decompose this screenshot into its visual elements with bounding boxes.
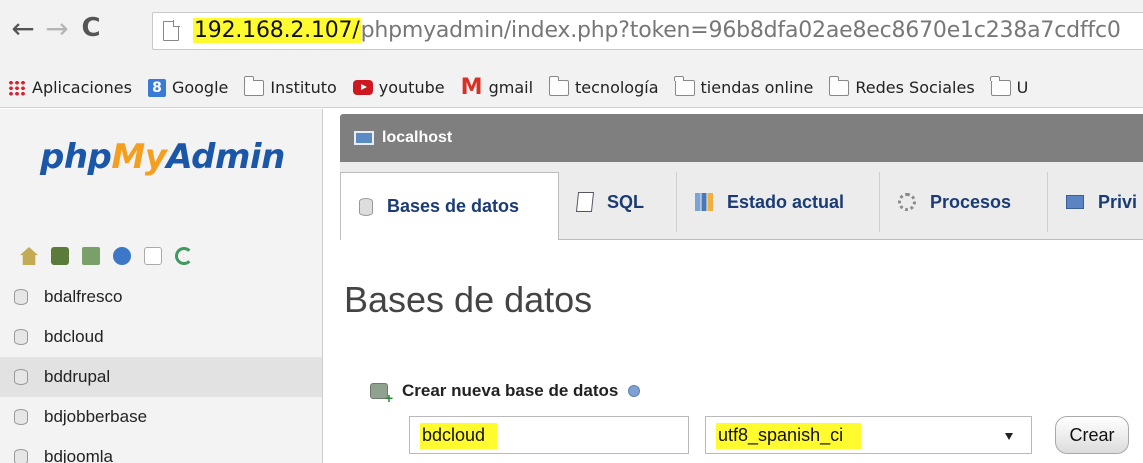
phpmyadmin-logo[interactable]: phpMyAdmin	[40, 137, 285, 177]
bookmark-label: youtube	[378, 78, 445, 97]
privileges-icon	[1066, 195, 1084, 209]
database-item[interactable]: bdcloud	[0, 317, 322, 357]
status-chart-icon	[695, 193, 713, 211]
home-icon[interactable]	[20, 247, 38, 265]
database-item[interactable]: bdjobberbase	[0, 397, 322, 437]
url-text: 192.168.2.107/phpmyadmin/index.php?token…	[193, 18, 1121, 43]
bookmark-label: U	[1016, 78, 1029, 97]
gear-icon	[898, 193, 916, 211]
bookmark-label: Aplicaciones	[32, 78, 132, 97]
browser-toolbar: ← → C 192.168.2.107/phpmyadmin/index.php…	[0, 0, 1143, 68]
logout-icon[interactable]	[51, 247, 69, 265]
bookmark-redes-sociales[interactable]: Redes Sociales	[828, 75, 975, 97]
chevron-down-icon	[1005, 433, 1013, 440]
quick-links	[20, 247, 206, 265]
bookmark-youtube[interactable]: youtube	[352, 78, 445, 97]
tab-label: Estado actual	[727, 191, 845, 212]
bookmark-label: Redes Sociales	[855, 78, 975, 97]
reload-icon[interactable]: C	[74, 8, 108, 48]
collation-value: utf8_spanish_ci	[716, 423, 862, 449]
database-icon	[14, 449, 28, 463]
tab-databases[interactable]: Bases de datos	[340, 172, 559, 240]
tab-privileges[interactable]: Privi	[1048, 172, 1143, 232]
bookmark-label: gmail	[488, 78, 534, 97]
database-name: bdjoomla	[44, 447, 113, 463]
apps-icon	[8, 79, 26, 96]
tab-status[interactable]: Estado actual	[677, 172, 880, 232]
database-item[interactable]: bdjoomla	[0, 437, 322, 463]
sidebar-divider	[322, 109, 323, 463]
database-item[interactable]: bdalfresco	[0, 277, 322, 317]
bookmark-label: Google	[171, 78, 229, 97]
tab-label: SQL	[607, 191, 645, 212]
database-icon	[14, 329, 28, 345]
gmail-icon: M	[460, 74, 483, 100]
bookmark-u[interactable]: U	[990, 75, 1029, 97]
folder-icon	[828, 75, 850, 96]
bookmark-gmail[interactable]: M gmail	[460, 74, 534, 100]
database-name: bdalfresco	[44, 287, 123, 306]
reload-navigation-icon[interactable]	[175, 247, 193, 265]
bookmark-label: Instituto	[270, 78, 337, 97]
new-database-icon	[370, 383, 393, 406]
database-name: bddrupal	[44, 367, 111, 386]
forward-arrow-icon[interactable]: →	[40, 8, 74, 48]
bookmarks-bar: Aplicaciones 8 Google Instituto youtube …	[0, 68, 1143, 108]
database-icon	[14, 369, 28, 385]
folder-icon	[990, 75, 1011, 96]
create-database-label: Crear nueva base de datos	[402, 381, 619, 400]
google-icon: 8	[147, 78, 166, 97]
database-name: bdjobberbase	[44, 407, 148, 426]
create-button[interactable]: Crear	[1055, 416, 1129, 454]
tab-sql[interactable]: SQL	[559, 172, 677, 232]
bookmark-instituto[interactable]: Instituto	[243, 75, 337, 97]
create-database-heading: Crear nueva base de datos	[370, 381, 641, 406]
top-menu-tabs: Bases de datos SQL Estado actual Proceso…	[340, 162, 1143, 240]
database-list: bdalfresco bdcloud bddrupal bdjobberbase…	[0, 277, 322, 463]
documentation-icon[interactable]	[144, 247, 162, 265]
navigation-sidebar: phpMyAdmin bdalfresco bdcloud bddrupal b…	[0, 109, 322, 463]
bookmark-label: tecnología	[575, 78, 659, 97]
database-name: bdcloud	[44, 327, 104, 346]
collation-select[interactable]: utf8_spanish_ci	[705, 416, 1032, 454]
logo-php: php	[40, 137, 112, 177]
bookmark-label: tiendas online	[700, 78, 814, 97]
youtube-icon	[352, 80, 373, 95]
logo-my: My	[111, 137, 167, 177]
query-window-icon[interactable]	[82, 247, 100, 265]
database-item[interactable]: bddrupal	[0, 357, 322, 397]
database-icon	[14, 409, 28, 425]
bookmark-tecnologia[interactable]: tecnología	[548, 75, 659, 97]
tab-label: Bases de datos	[387, 196, 520, 216]
back-arrow-icon[interactable]: ←	[6, 8, 40, 48]
page-icon	[163, 20, 180, 41]
tab-label: Procesos	[930, 191, 1012, 212]
tab-label: Privi	[1098, 191, 1138, 212]
folder-icon	[243, 75, 265, 96]
logo-admin: Admin	[166, 137, 285, 177]
folder-icon	[674, 75, 695, 96]
server-name: localhost	[382, 129, 453, 146]
server-breadcrumb[interactable]: localhost	[340, 114, 1143, 162]
sql-icon	[575, 192, 595, 212]
help-icon[interactable]	[628, 385, 641, 397]
bookmark-tiendas-online[interactable]: tiendas online	[674, 75, 814, 97]
database-icon	[359, 197, 373, 216]
address-bar[interactable]: 192.168.2.107/phpmyadmin/index.php?token…	[152, 12, 1143, 50]
database-name-input[interactable]: bdcloud	[409, 416, 689, 454]
tab-processes[interactable]: Procesos	[880, 172, 1048, 232]
database-name-value: bdcloud	[420, 423, 498, 449]
url-path: phpmyadmin/index.php?token=96b8dfa02ae8e…	[360, 18, 1121, 43]
folder-icon	[548, 75, 570, 96]
page-title: Bases de datos	[344, 279, 593, 320]
bookmark-google[interactable]: 8 Google	[147, 78, 229, 97]
bookmark-aplicaciones[interactable]: Aplicaciones	[8, 78, 132, 97]
url-host: 192.168.2.107/	[193, 18, 361, 43]
server-icon	[354, 131, 374, 145]
help-icon[interactable]	[113, 247, 131, 265]
database-icon	[14, 289, 28, 305]
